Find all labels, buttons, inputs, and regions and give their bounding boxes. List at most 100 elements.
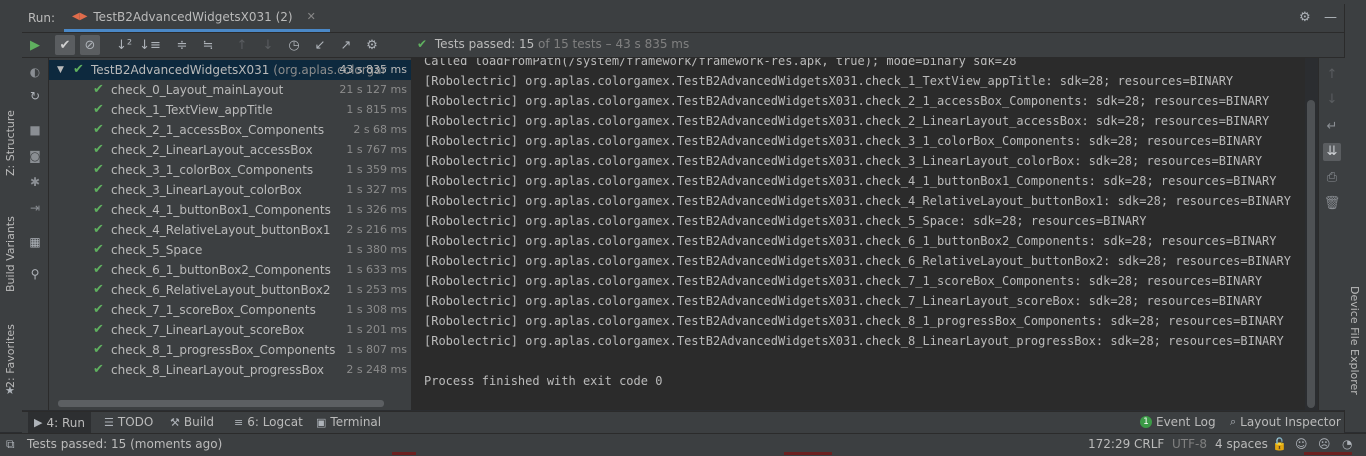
- console-tools: ↑ ↓ ↵ ⇊ ⎙ 🗑: [1318, 58, 1345, 410]
- console-text: Called loadFromPath(/system/framework/fr…: [424, 58, 1291, 388]
- run-side-tools: ◐ ↻ ■ ◙ ✱ ⇥ ▦ ⚲: [22, 58, 49, 410]
- console-output[interactable]: Called loadFromPath(/system/framework/fr…: [412, 58, 1305, 410]
- stop-icon[interactable]: ■: [27, 122, 43, 138]
- test-row[interactable]: ✔ check_7_1_scoreBox_Components 1 s 308 ms: [49, 300, 411, 320]
- run-config-tab[interactable]: ◀▶ TestB2AdvancedWidgetsX031 (2) ✕: [64, 4, 330, 32]
- settings-icon[interactable]: ⚙: [362, 35, 382, 55]
- terminal-tool-tab[interactable]: ▣ Terminal: [316, 415, 381, 429]
- star-icon: ★: [5, 384, 15, 397]
- check-icon: ✔: [93, 82, 104, 97]
- rerun-icon[interactable]: ▶: [25, 35, 45, 55]
- android-test-icon: ◀▶: [72, 11, 88, 22]
- check-icon: ✔: [93, 242, 104, 257]
- check-icon: ✔: [93, 102, 104, 117]
- camera-icon[interactable]: ◙: [27, 148, 43, 164]
- caret-position[interactable]: 172:29: [1088, 437, 1130, 451]
- test-summary-bar: ✔ Tests passed: 15 of 15 tests – 43 s 83…: [412, 33, 1344, 58]
- device-file-explorer-tab[interactable]: Device File Explorer: [1348, 286, 1361, 395]
- test-row[interactable]: ✔ check_4_1_buttonBox1_Components 1 s 326 …: [49, 200, 411, 220]
- hammer-icon: ⚒: [170, 415, 180, 429]
- test-row[interactable]: ✔ check_0_Layout_mainLayout 21 s 127 ms: [49, 80, 411, 100]
- status-bar: ⧉ Tests passed: 15 (moments ago) 172:29 …: [0, 433, 1366, 456]
- indent-setting[interactable]: 4 spaces: [1215, 437, 1268, 451]
- test-row[interactable]: ✔ check_6_1_buttonBox2_Components 1 s 633 …: [49, 260, 411, 280]
- test-row[interactable]: ✔ check_8_LinearLayout_progressBox 2 s 248…: [49, 360, 411, 380]
- check-icon: ✔: [93, 342, 104, 357]
- event-log-badge: 1: [1140, 416, 1152, 428]
- terminal-icon: ▣: [316, 415, 327, 429]
- restart-icon[interactable]: ↻: [27, 88, 43, 104]
- import-icon[interactable]: ↙: [310, 35, 330, 55]
- test-toolbar: ▶ ✔ ⊘ ↓² ↓≡ ≑ ≒ ↑ ↓ ◷ ↙ ↗ ⚙: [22, 33, 412, 58]
- scroll-to-end-icon[interactable]: ⇊: [1323, 143, 1341, 161]
- test-row[interactable]: ✔ check_2_1_accessBox_Components 2 s 68 ms: [49, 120, 411, 140]
- logcat-tool-tab[interactable]: ≡ 6: Logcat: [234, 415, 303, 429]
- test-row[interactable]: ✔ check_4_RelativeLayout_buttonBox1 2 s 21…: [49, 220, 411, 240]
- window-icon[interactable]: ⧉: [6, 437, 15, 452]
- minimize-icon[interactable]: —: [1324, 10, 1337, 25]
- file-encoding[interactable]: UTF-8: [1172, 437, 1207, 451]
- inspector-face-icon[interactable]: ☺: [1295, 437, 1308, 451]
- status-message[interactable]: Tests passed: 15 (moments ago): [27, 437, 222, 451]
- check-icon: ✔: [93, 162, 104, 177]
- check-icon: ✔: [93, 182, 104, 197]
- collapse-all-icon[interactable]: ≒: [198, 35, 218, 55]
- list-icon: ☰: [104, 415, 114, 429]
- expand-all-icon[interactable]: ≑: [172, 35, 192, 55]
- play-icon: ▶: [34, 416, 43, 429]
- test-row[interactable]: ✔ check_7_LinearLayout_scoreBox 1 s 201 ms: [49, 320, 411, 340]
- check-icon: ✔: [73, 62, 84, 77]
- test-row[interactable]: ✔ check_3_1_colorBox_Components 1 s 359 ms: [49, 160, 411, 180]
- scroll-up-icon[interactable]: ↑: [1323, 66, 1341, 84]
- check-icon: ✔: [93, 322, 104, 337]
- check-icon: ✔: [417, 37, 428, 51]
- check-icon: ✔: [93, 122, 104, 137]
- test-row[interactable]: ✔ check_3_LinearLayout_colorBox 1 s 327 ms: [49, 180, 411, 200]
- todo-tool-tab[interactable]: ☰ TODO: [104, 415, 153, 429]
- sort-alpha-icon[interactable]: ↓²: [114, 35, 134, 55]
- event-log-tool-tab[interactable]: 1 Event Log: [1140, 415, 1216, 429]
- test-suite-row[interactable]: ▼ ✔ TestB2AdvancedWidgetsX031 (org.aplas…: [49, 60, 411, 80]
- test-row[interactable]: ✔ check_5_Space 1 s 380 ms: [49, 240, 411, 260]
- left-tool-strip: Z: Structure Build Variants 2: Favorites…: [0, 4, 23, 432]
- notifications-icon[interactable]: ◔: [1342, 437, 1352, 451]
- test-row[interactable]: ✔ check_8_1_progressBox_Components 1 s 807…: [49, 340, 411, 360]
- layout-icon[interactable]: ▦: [27, 234, 43, 250]
- run-header: Run: ◀▶ TestB2AdvancedWidgetsX031 (2) ✕ …: [22, 4, 1344, 33]
- line-separator[interactable]: CRLF: [1134, 437, 1164, 451]
- check-icon: ✔: [93, 142, 104, 157]
- lock-icon[interactable]: 🔓: [1272, 437, 1287, 451]
- next-icon[interactable]: ↓: [258, 35, 278, 55]
- debug-icon[interactable]: ◐: [27, 64, 43, 80]
- export-icon[interactable]: ↗: [336, 35, 356, 55]
- test-row[interactable]: ✔ check_1_TextView_appTitle 1 s 815 ms: [49, 100, 411, 120]
- scroll-down-icon[interactable]: ↓: [1323, 91, 1341, 109]
- test-row[interactable]: ✔ check_6_RelativeLayout_buttonBox2 1 s 25…: [49, 280, 411, 300]
- check-icon: ✔: [93, 202, 104, 217]
- test-row[interactable]: ✔ check_2_LinearLayout_accessBox 1 s 767 m…: [49, 140, 411, 160]
- expand-arrow-icon[interactable]: ▼: [57, 60, 64, 80]
- bug-icon[interactable]: ✱: [27, 174, 43, 190]
- history-icon[interactable]: ◷: [284, 35, 304, 55]
- tree-scrollbar[interactable]: [58, 400, 384, 407]
- close-icon[interactable]: ✕: [307, 10, 316, 23]
- pin-icon[interactable]: ⚲: [27, 266, 43, 282]
- print-icon[interactable]: ⎙: [1323, 169, 1341, 187]
- right-tool-strip: Device File Explorer: [1344, 4, 1366, 432]
- build-tool-tab[interactable]: ⚒ Build: [170, 415, 214, 429]
- test-tree: ▼ ✔ TestB2AdvancedWidgetsX031 (org.aplas…: [49, 58, 412, 410]
- run-tool-tab[interactable]: ▶ 4: Run: [28, 412, 91, 433]
- show-ignored-icon[interactable]: ⊘: [80, 35, 100, 55]
- tests-passed-summary: ✔ Tests passed: 15 of 15 tests – 43 s 83…: [417, 37, 690, 51]
- exit-icon[interactable]: ⇥: [27, 200, 43, 216]
- console-scrollbar[interactable]: [1307, 100, 1315, 408]
- gear-icon[interactable]: ⚙: [1299, 10, 1311, 25]
- tool-window-bar: ▶ 4: Run ☰ TODO ⚒ Build ≡ 6: Logcat ▣ Te…: [22, 411, 1344, 433]
- layout-inspector-tool-tab[interactable]: ⌕ Layout Inspector: [1230, 415, 1341, 429]
- soft-wrap-icon[interactable]: ↵: [1323, 118, 1341, 136]
- sort-duration-icon[interactable]: ↓≡: [139, 35, 161, 55]
- trash-icon[interactable]: 🗑: [1323, 195, 1341, 213]
- show-passed-icon[interactable]: ✔: [55, 35, 75, 55]
- previous-icon[interactable]: ↑: [232, 35, 252, 55]
- feedback-face-icon[interactable]: ☹: [1318, 437, 1331, 451]
